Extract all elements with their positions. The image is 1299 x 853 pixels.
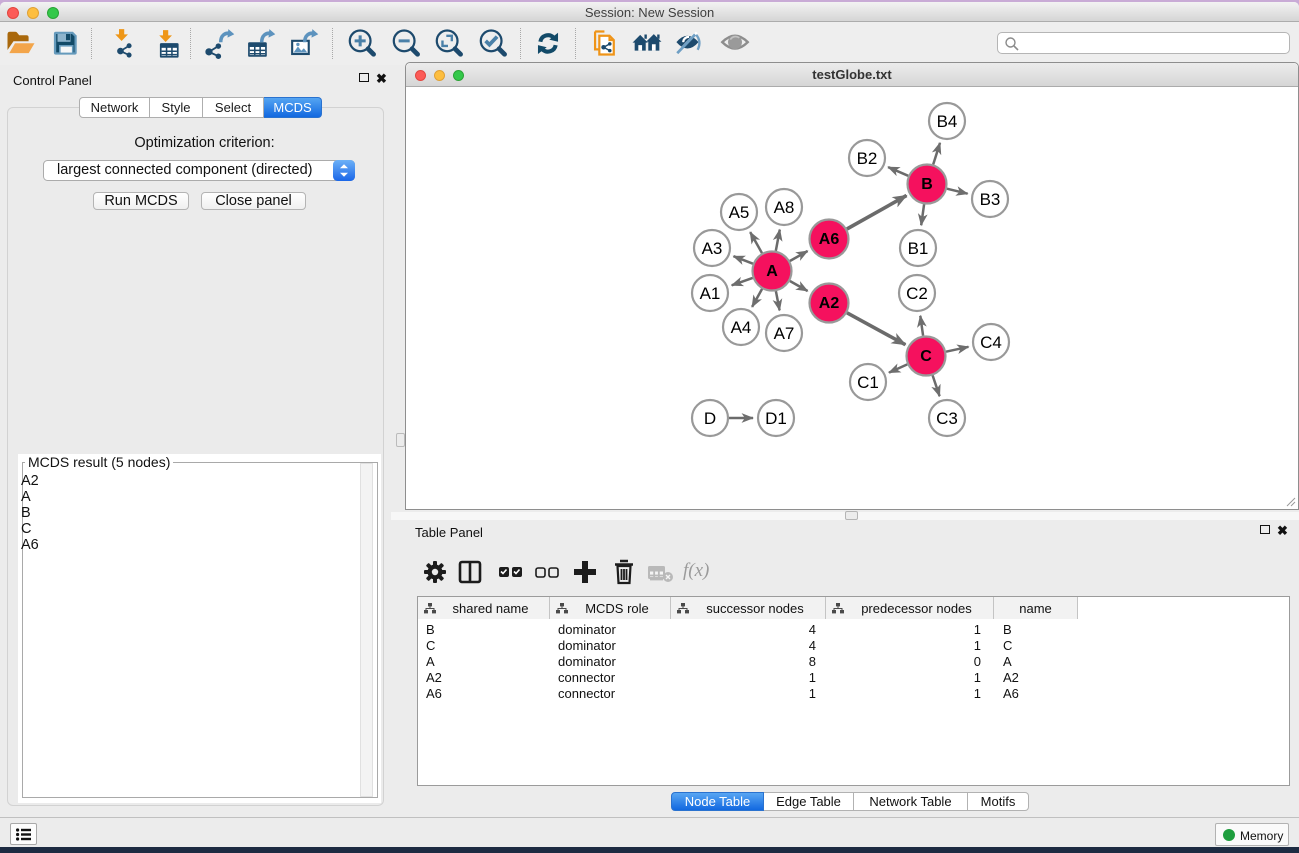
svg-text:A6: A6 — [819, 231, 840, 248]
svg-text:A2: A2 — [819, 295, 840, 312]
svg-text:D1: D1 — [765, 409, 787, 428]
svg-text:C: C — [920, 348, 932, 365]
svg-text:B1: B1 — [908, 239, 929, 258]
svg-text:A7: A7 — [774, 324, 795, 343]
svg-text:C2: C2 — [906, 284, 928, 303]
svg-text:A3: A3 — [702, 239, 723, 258]
svg-text:A8: A8 — [774, 198, 795, 217]
svg-text:D: D — [704, 409, 716, 428]
svg-text:B: B — [921, 176, 933, 193]
svg-text:A1: A1 — [700, 284, 721, 303]
svg-text:B3: B3 — [980, 190, 1001, 209]
svg-text:C1: C1 — [857, 373, 879, 392]
svg-text:A: A — [766, 263, 778, 280]
svg-text:A5: A5 — [729, 203, 750, 222]
svg-text:B2: B2 — [857, 149, 878, 168]
svg-text:C4: C4 — [980, 333, 1002, 352]
svg-text:A4: A4 — [731, 318, 752, 337]
svg-text:B4: B4 — [937, 112, 958, 131]
svg-text:C3: C3 — [936, 409, 958, 428]
